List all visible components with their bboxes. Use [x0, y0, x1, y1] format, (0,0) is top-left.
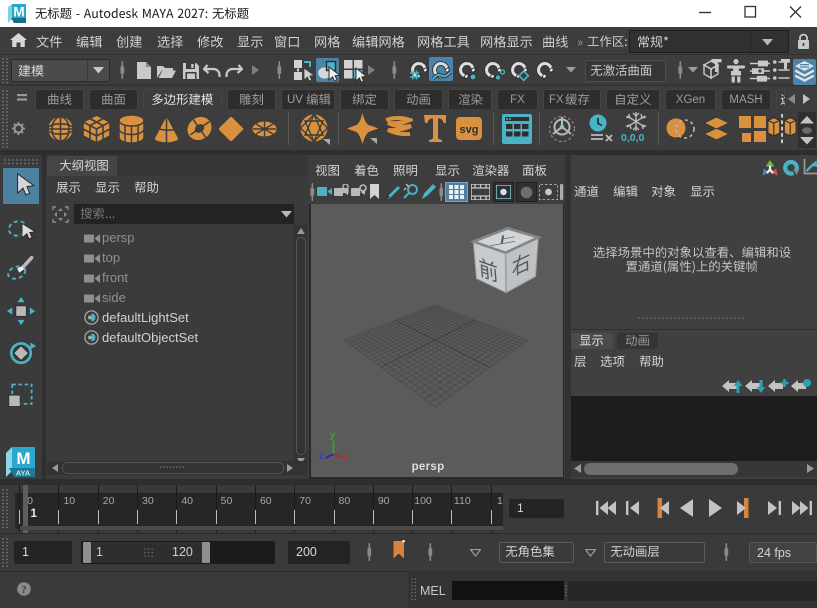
svg-text:?: ?	[21, 584, 27, 596]
svg-text:z: z	[319, 451, 324, 462]
svg-text:y: y	[330, 430, 335, 441]
svg-text:x: x	[343, 453, 348, 462]
